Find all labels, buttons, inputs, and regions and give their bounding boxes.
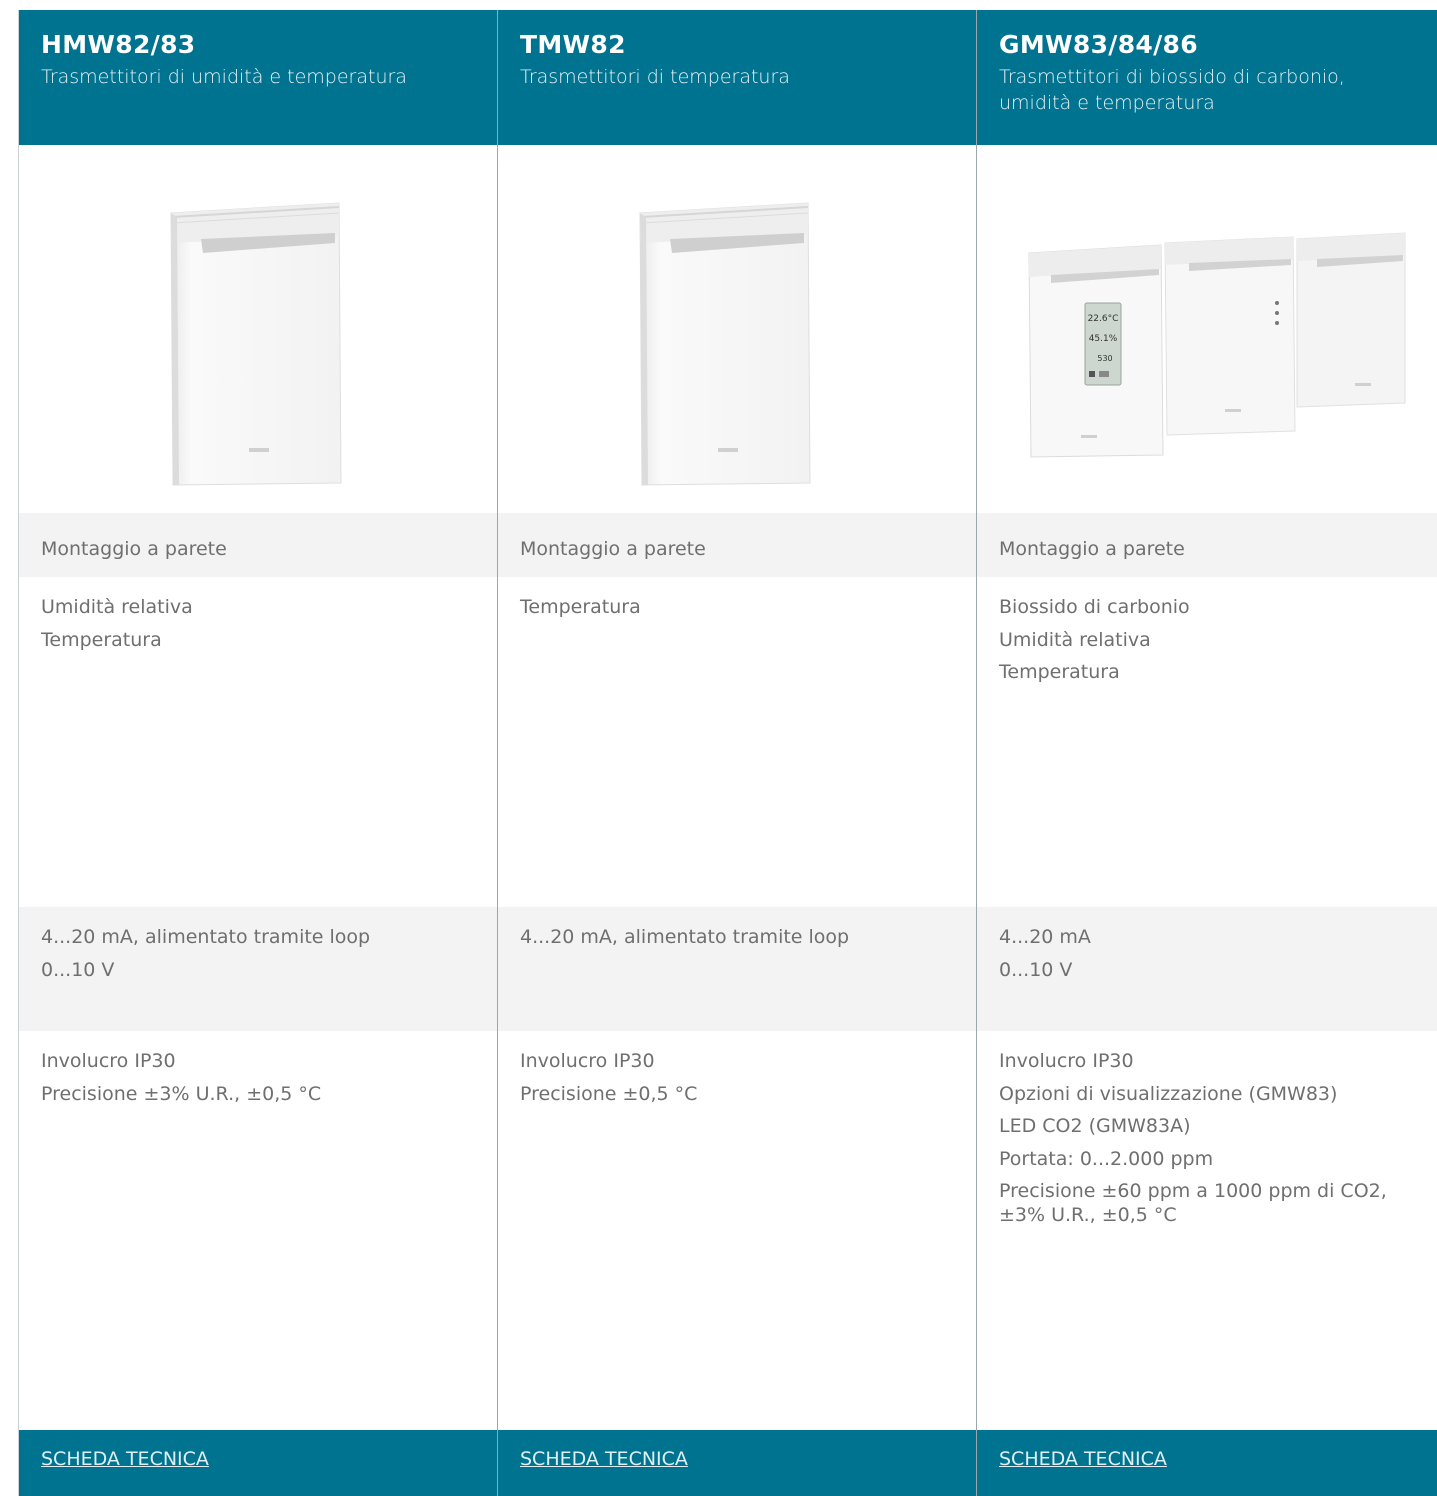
column-header: HMW82/83 Trasmettitori di umidità e temp… (19, 10, 497, 145)
display-co2: 530 (1097, 354, 1112, 363)
feature-item: Precisione ±60 ppm a 1000 ppm di CO2, ±3… (999, 1180, 1387, 1226)
output-item: 4...20 mA (999, 926, 1091, 948)
output-item: 4...20 mA, alimentato tramite loop (41, 926, 371, 948)
measure-item: Umidità relativa (999, 628, 1151, 651)
mounting-cell: Montaggio a parete (498, 513, 976, 577)
product-subtitle: Trasmettitori di umidità e temperatura (41, 66, 407, 88)
measure-item: Umidità relativa (41, 596, 193, 618)
datasheet-link[interactable]: SCHEDA TECNICA (41, 1448, 209, 1470)
mounting-cell: Montaggio a parete (977, 513, 1437, 577)
measures-cell: Biossido di carbonio Umidità relativa Te… (977, 577, 1437, 907)
mounting-cell: Montaggio a parete (19, 513, 497, 577)
feature-item: LED CO2 (GMW83A) (999, 1115, 1191, 1137)
column-header: TMW82 Trasmettitori di temperatura (498, 10, 976, 145)
wall-transmitter-icon (170, 202, 342, 486)
feature-item: Portata: 0...2.000 ppm (999, 1147, 1214, 1170)
output-item: 4...20 mA, alimentato tramite loop (520, 926, 850, 948)
measure-item: Temperatura (520, 596, 641, 618)
product-image (498, 145, 976, 513)
wall-transmitter-icon (639, 202, 811, 486)
feature-item: Involucro IP30 (41, 1050, 176, 1072)
display-rh: 45.1% (1089, 334, 1118, 344)
features-cell: Involucro IP30 Precisione ±3% U.R., ±0,5… (19, 1031, 497, 1430)
feature-item: Involucro IP30 (999, 1050, 1134, 1072)
transmitter-group-icon: 22.6°C 45.1% 530 (1028, 232, 1406, 458)
product-title: HMW82/83 (41, 30, 196, 59)
column-header: GMW83/84/86 Trasmettitori di biossido di… (977, 10, 1437, 145)
output-item: 0...10 V (41, 958, 115, 981)
feature-item: Opzioni di visualizzazione (GMW83) (999, 1082, 1338, 1105)
product-subtitle: Trasmettitori di temperatura (520, 66, 790, 88)
mounting-text: Montaggio a parete (520, 538, 706, 560)
product-subtitle: Trasmettitori di biossido di carbonio, u… (999, 66, 1345, 114)
features-cell: Involucro IP30 Precisione ±0,5 °C (498, 1031, 976, 1430)
column-footer: SCHEDA TECNICA (498, 1430, 976, 1496)
mounting-text: Montaggio a parete (999, 538, 1185, 560)
datasheet-link[interactable]: SCHEDA TECNICA (999, 1448, 1167, 1470)
product-image (19, 145, 497, 513)
mounting-text: Montaggio a parete (41, 538, 227, 560)
display-temp: 22.6°C (1088, 314, 1119, 324)
features-cell: Involucro IP30 Opzioni di visualizzazion… (977, 1031, 1437, 1430)
feature-item: Precisione ±3% U.R., ±0,5 °C (41, 1082, 322, 1105)
product-image: 22.6°C 45.1% 530 (977, 145, 1437, 513)
product-column-tmw82: TMW82 Trasmettitori di temperatura Monta… (497, 10, 976, 1496)
outputs-cell: 4...20 mA, alimentato tramite loop 0...1… (19, 907, 497, 1031)
outputs-cell: 4...20 mA, alimentato tramite loop (498, 907, 976, 1031)
product-column-hmw82: HMW82/83 Trasmettitori di umidità e temp… (18, 10, 497, 1496)
outputs-cell: 4...20 mA 0...10 V (977, 907, 1437, 1031)
feature-item: Involucro IP30 (520, 1050, 655, 1072)
column-footer: SCHEDA TECNICA (19, 1430, 497, 1496)
feature-item: Precisione ±0,5 °C (520, 1082, 698, 1105)
product-title: TMW82 (520, 30, 626, 59)
output-item: 0...10 V (999, 958, 1073, 981)
measures-cell: Umidità relativa Temperatura (19, 577, 497, 907)
measure-item: Temperatura (41, 628, 162, 651)
datasheet-link[interactable]: SCHEDA TECNICA (520, 1448, 688, 1470)
product-title: GMW83/84/86 (999, 30, 1198, 59)
product-column-gmw83: GMW83/84/86 Trasmettitori di biossido di… (976, 10, 1437, 1496)
measure-item: Biossido di carbonio (999, 596, 1190, 618)
measures-cell: Temperatura (498, 577, 976, 907)
column-footer: SCHEDA TECNICA (977, 1430, 1437, 1496)
product-comparison-table: HMW82/83 Trasmettitori di umidità e temp… (18, 10, 1437, 1496)
measure-item: Temperatura (999, 661, 1120, 683)
